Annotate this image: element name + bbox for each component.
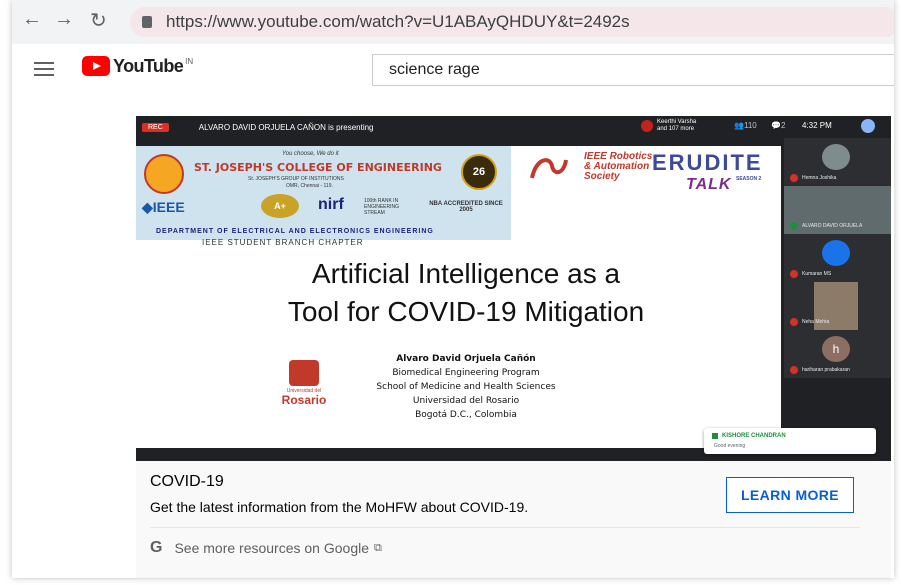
mic-icon — [790, 222, 798, 230]
college-location: OMR, Chennai - 119. — [286, 183, 333, 189]
slide-title-line-1: Artificial Intelligence as a — [311, 258, 621, 289]
youtube-wordmark: YouTube — [113, 56, 184, 76]
avatar — [641, 120, 653, 132]
participant-name: Kumaran MS — [802, 271, 832, 277]
department-name: DEPARTMENT OF ELECTRICAL AND ELECTRONICS… — [156, 228, 434, 235]
learn-more-button[interactable]: LEARN MORE — [726, 477, 854, 513]
participant-name: ALVARO DAVID ORJUELA — [802, 223, 863, 229]
covid-description: Get the latest information from the MoHF… — [150, 499, 529, 515]
speaker-info: Alvaro David Orjuela Cañón Biomedical En… — [346, 352, 586, 422]
browser-toolbar: ← → ↻ https://www.youtube.com/watch?v=U1… — [12, 0, 894, 45]
menu-icon[interactable] — [34, 62, 54, 80]
avatar — [822, 144, 850, 170]
viewers-indicator: Keerthi Varsha and 107 more — [641, 119, 705, 133]
browser-window: ← → ↻ https://www.youtube.com/watch?v=U1… — [12, 0, 894, 578]
rosario-logo: Universidad del Rosario — [276, 360, 332, 406]
ras-name: IEEE Robotics & Automation Society — [584, 151, 653, 182]
google-icon: G — [150, 539, 163, 556]
ieee-logo: ◆IEEE — [142, 199, 185, 215]
rosario-emblem-icon — [289, 360, 319, 386]
speaker-program: Biomedical Engineering Program — [392, 368, 540, 378]
nba-text: NBA ACCREDITED SINCE 2005 — [429, 201, 503, 213]
people-icon: 👥110 — [734, 121, 757, 130]
google-resources-link[interactable]: G See more resources on Google ⧉ — [150, 539, 382, 557]
chat-sender: KISHORE CHANDRAN — [722, 433, 786, 439]
meeting-time: 4:32 PM — [802, 121, 832, 130]
divider — [150, 527, 860, 528]
youtube-logo[interactable]: YouTube IN — [82, 56, 193, 76]
college-name: ST. JOSEPH'S COLLEGE OF ENGINEERING — [194, 161, 442, 174]
participants-panel: Hemna Joshika ALVARO DAVID ORJUELA Kumar… — [784, 138, 891, 438]
reload-icon[interactable]: ↻ — [90, 8, 107, 33]
country-code: IN — [185, 57, 194, 66]
recording-badge: REC — [142, 122, 169, 132]
season-label: SEASON 2 — [736, 176, 762, 182]
speaker-school: School of Medicine and Health Sciences — [376, 382, 556, 392]
rank-text: 100th RANK IN ENGINEERING STREAM — [364, 198, 400, 216]
self-avatar — [861, 119, 875, 133]
participant-name: Neha Mehta — [802, 319, 830, 325]
college-logo — [144, 154, 184, 194]
forward-icon[interactable]: → — [54, 8, 74, 31]
viewers-text: Keerthi Varsha and 107 more — [657, 119, 697, 132]
participant-name-row: ALVARO DAVID ORJUELA — [790, 222, 862, 230]
participant-tile[interactable]: Kumaran MS — [784, 234, 891, 282]
participant-name-row: Neha Mehta — [790, 318, 829, 326]
search-input[interactable] — [387, 60, 871, 80]
participant-tile[interactable]: Neha Mehta — [784, 282, 891, 330]
ras-logo — [530, 158, 568, 179]
covid-title: COVID-19 — [150, 473, 224, 490]
youtube-play-icon — [82, 56, 110, 76]
participant-tile[interactable]: ALVARO DAVID ORJUELA — [784, 186, 891, 234]
mic-off-icon — [790, 174, 798, 182]
more-resources-text: See more resources on Google — [174, 540, 370, 556]
external-link-icon: ⧉ — [374, 541, 382, 554]
participant-name-row: Kumaran MS — [790, 270, 831, 278]
speaker-name: Alvaro David Orjuela Cañón — [396, 354, 536, 364]
participant-name: Hemna Joshika — [802, 175, 837, 181]
chat-message: Good evening — [714, 443, 746, 449]
lock-icon — [142, 16, 152, 28]
presenting-text: ALVARO DAVID ORJUELA CAÑON is presenting — [198, 122, 374, 132]
participant-tile[interactable]: h hariharan prabakaran — [784, 330, 891, 378]
avatar — [822, 240, 850, 266]
nirf-logo: nirf — [318, 196, 344, 213]
video-player[interactable]: REC ALVARO DAVID ORJUELA CAÑON is presen… — [136, 116, 891, 461]
chat-count: 2 — [780, 121, 786, 130]
back-icon[interactable]: ← — [22, 8, 42, 31]
mic-off-icon — [790, 270, 798, 278]
covid-info-panel: COVID-19 Get the latest information from… — [136, 461, 891, 578]
participant-name: hariharan prabakaran — [802, 367, 850, 373]
talk-title: TALK — [686, 176, 732, 193]
participant-tile[interactable]: Hemna Joshika — [784, 138, 891, 186]
chat-notification[interactable]: KISHORE CHANDRAN Good evening — [704, 428, 876, 454]
group-name: St. JOSEPH'S GROUP OF INSTITUTIONS — [248, 176, 344, 182]
address-bar[interactable]: https://www.youtube.com/watch?v=U1ABAyQH… — [130, 7, 894, 37]
meet-top-bar: REC ALVARO DAVID ORJUELA CAÑON is presen… — [136, 116, 891, 138]
anniversary-badge: 26 — [461, 154, 497, 190]
chat-icon: 💬2 — [771, 121, 786, 130]
participant-name-row: Hemna Joshika — [790, 174, 836, 182]
url-text[interactable]: https://www.youtube.com/watch?v=U1ABAyQH… — [166, 12, 630, 32]
speaker-university: Universidad del Rosario — [412, 396, 520, 406]
slide-title-line-2: Tool for COVID-19 Mitigation — [287, 296, 645, 327]
branch-name: IEEE STUDENT BRANCH CHAPTER — [202, 238, 364, 247]
people-count: 110 — [743, 121, 757, 130]
youtube-header: YouTube IN — [12, 44, 894, 94]
speaker-city: Bogotá D.C., Colombia — [415, 410, 517, 420]
rosario-logo-big: Rosario — [281, 393, 327, 407]
chat-icon — [712, 433, 718, 439]
mic-off-icon — [790, 366, 798, 374]
search-box[interactable] — [372, 54, 894, 86]
avatar: h — [822, 336, 850, 362]
erudite-title: ERUDITE — [652, 150, 763, 175]
tagline: You choose, We do it — [282, 151, 339, 157]
presentation-slide: You choose, We do it ST. JOSEPH'S COLLEG… — [136, 146, 781, 448]
college-banner: You choose, We do it ST. JOSEPH'S COLLEG… — [136, 146, 511, 247]
naac-badge: A+ — [261, 194, 299, 218]
mic-off-icon — [790, 318, 798, 326]
participant-name-row: hariharan prabakaran — [790, 366, 850, 374]
